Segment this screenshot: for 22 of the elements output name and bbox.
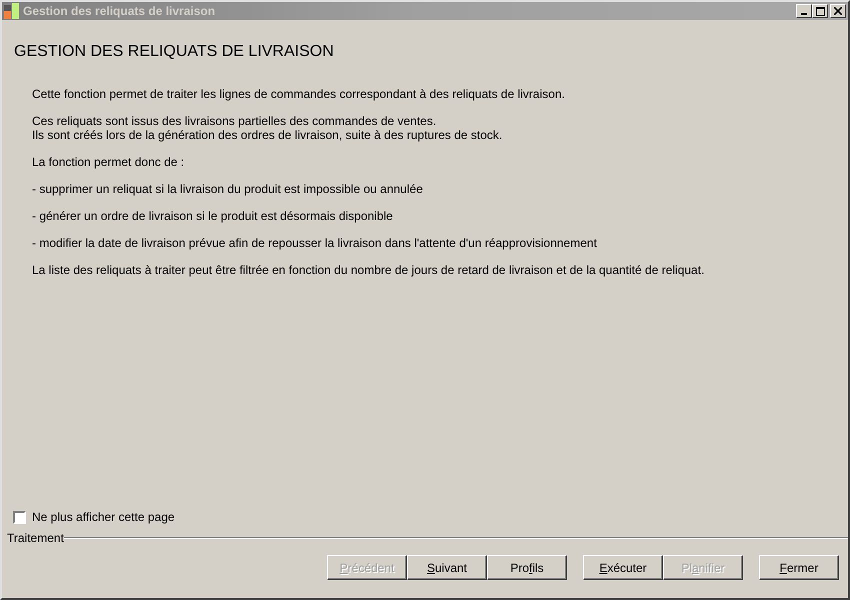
- description-text: - supprimer un reliquat si la livraison du produit est impossible ou annulée: [32, 182, 424, 196]
- action-button[interactable]: Fermer: [759, 555, 839, 580]
- maximize-button[interactable]: [812, 4, 828, 18]
- action-button[interactable]: Exécuter: [583, 555, 663, 580]
- page-heading: GESTION DES RELIQUATS DE LIVRAISON: [14, 43, 335, 61]
- checkbox[interactable]: [13, 510, 26, 524]
- app-icon: [4, 3, 20, 19]
- close-button[interactable]: [830, 4, 846, 18]
- maximize-icon: [816, 6, 824, 16]
- description-text: Cette fonction permet de traiter les lignes de commandes correspondant à des reliquats de livraison.: [32, 87, 566, 101]
- close-icon: [834, 7, 842, 15]
- description-text: La liste des reliquats à traiter peut être filtrée en fonction du nombre de jours de retard de livraison et de la quantité de reliquat.: [32, 263, 706, 277]
- group-label: Traitement: [7, 531, 64, 545]
- checkbox-label: Ne plus afficher cette page: [32, 510, 175, 524]
- minimize-button[interactable]: [796, 4, 812, 18]
- action-button[interactable]: Suivant: [407, 555, 487, 580]
- window-title: Gestion des reliquats de livraison: [23, 4, 216, 18]
- description-text: La fonction permet donc de :: [32, 155, 186, 169]
- description-text: - modifier la date de livraison prévue afin de repousser la livraison dans l'attente d'un réapprovisionnement: [32, 236, 598, 250]
- description-text: - générer un ordre de livraison si le produit est désormais disponible: [32, 209, 394, 223]
- action-button[interactable]: Profils: [487, 555, 567, 580]
- description-text: Ces reliquats sont issus des livraisons partielles des commandes de ventes. Ils sont créés lors de la génération des ordres de livraison, suite à des ruptures de stock.: [32, 114, 504, 142]
